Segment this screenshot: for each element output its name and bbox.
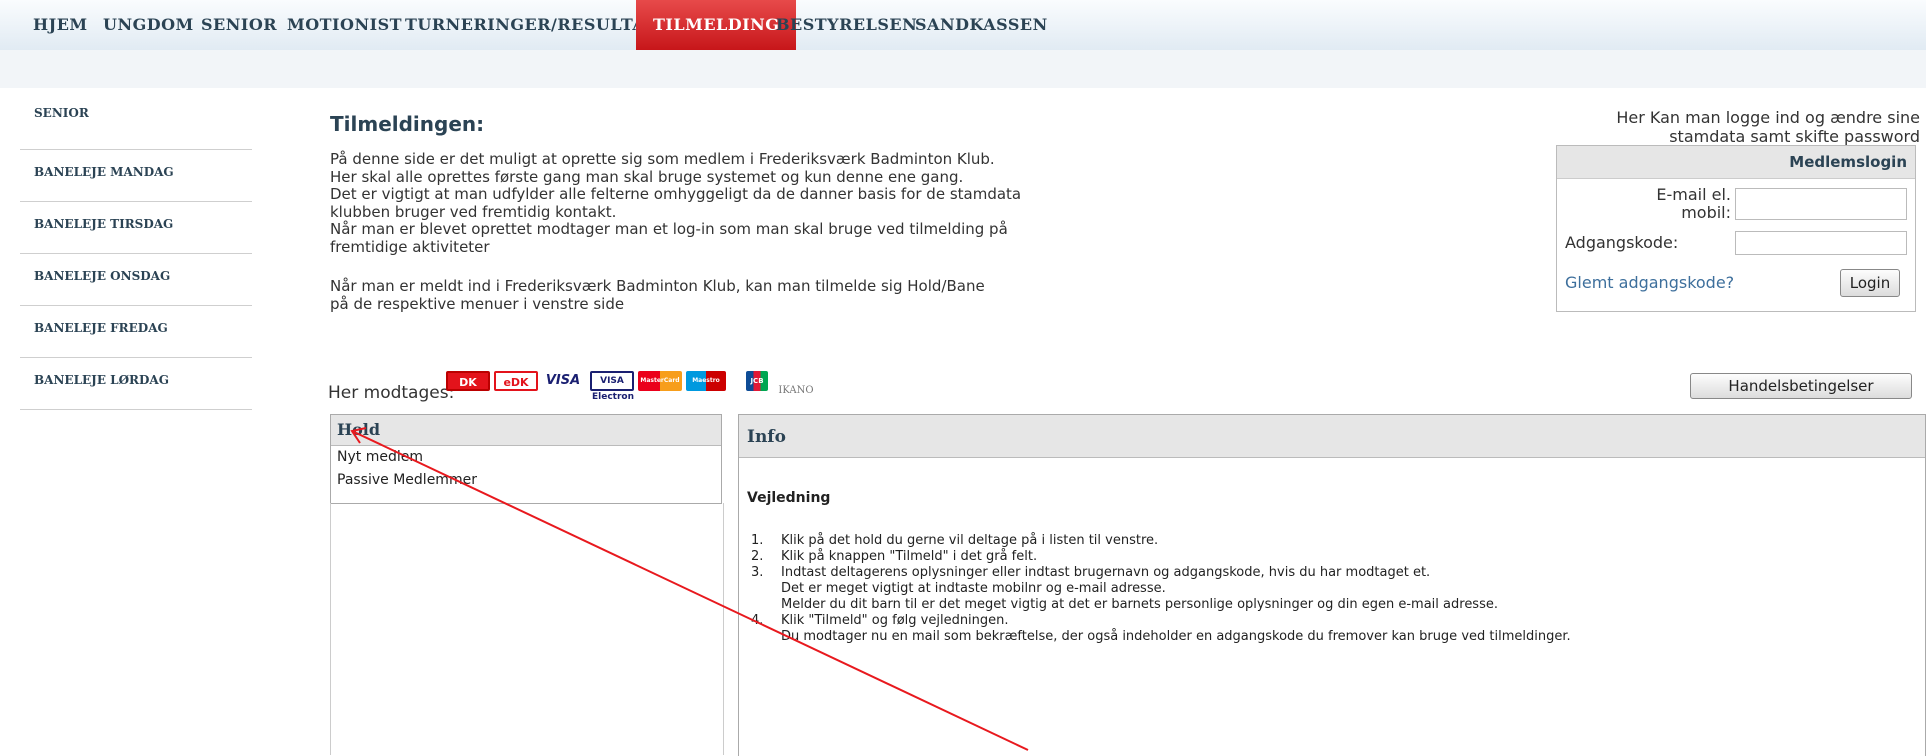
step-number: 2. [751,549,764,564]
step-text: Indtast deltagerens oplysninger eller in… [781,565,1431,580]
email-field[interactable] [1735,188,1907,220]
intro-line: På denne side er det muligt at oprette s… [330,150,995,168]
guide-step: 1. Klik på det hold du gerne vil deltage… [747,533,1907,549]
step-text: Det er meget vigtigt at indtaste mobilnr… [781,581,1166,596]
nav-item-sandkassen[interactable]: SANDKASSEN [915,0,1048,50]
sub-header-band [0,50,1926,88]
password-label: Adgangskode: [1565,233,1679,252]
step-text: Du modtager nu en mail som bekræftelse, … [781,629,1571,644]
guide-step: 3. Indtast deltagerens oplysninger eller… [747,565,1907,613]
intro-text: På denne side er det muligt at oprette s… [330,150,1230,313]
info-title: Info [739,415,1925,458]
maestro-logo: Maestro [686,371,726,391]
step-text: Melder du dit barn til er det meget vigt… [781,597,1498,612]
login-note-line: stamdata samt skifte password [1669,127,1920,146]
step-number: 4. [751,613,764,628]
step-text: Klik på knappen "Tilmeld" i det grå felt… [781,549,1038,564]
visa-electron-logo: VISA Electron [590,371,634,402]
visa-logo: VISA [545,373,581,388]
mastercard-logo: MasterCard [638,371,682,391]
hold-item-nyt-medlem[interactable]: Nyt medlem [331,446,721,469]
hold-item-passive-medlemmer[interactable]: Passive Medlemmer [331,469,721,492]
nav-item-ungdom[interactable]: UNGDOM [103,0,194,50]
login-note: Her Kan man logge ind og ændre sine stam… [1500,108,1920,146]
login-button[interactable]: Login [1840,269,1900,297]
sidebar: SENIOR BANELEJE MANDAG BANELEJE TIRSDAG … [20,100,252,410]
step-number: 1. [751,533,764,548]
intro-line: Her skal alle oprettes første gang man s… [330,167,964,186]
intro-line: klubben bruger ved fremtidig kontakt. [330,202,617,221]
guide-steps: 1. Klik på det hold du gerne vil deltage… [747,533,1907,645]
info-panel: Info Vejledning 1. Klik på det hold du g… [738,414,1926,756]
intro-line: fremtidige aktiviteter [330,237,490,256]
sidebar-item-baneleje-mandag[interactable]: BANELEJE MANDAG [20,150,252,202]
nav-item-senior[interactable]: SENIOR [201,0,277,50]
terms-button[interactable]: Handelsbetingelser [1690,373,1912,399]
step-text: Klik på det hold du gerne vil deltage på… [781,533,1159,548]
sidebar-item-senior[interactable]: SENIOR [20,100,252,150]
sidebar-item-baneleje-fredag[interactable]: BANELEJE FREDAG [20,306,252,358]
nav-item-motionist[interactable]: MOTIONIST [287,0,402,50]
guide-step: 4. Klik "Tilmeld" og følg vejledningen. … [747,613,1907,645]
dankort-logo: DK [446,371,490,391]
ikano-logo: IKANO [778,385,814,396]
email-label-line: E-mail el. [1656,185,1731,204]
intro-line: på de respektive menuer i venstre side [330,294,625,313]
member-login-box: Medlemslogin E-mail el. mobil: Adgangsko… [1556,145,1916,312]
intro-line: Når man er blevet oprettet modtager man … [330,220,1008,238]
nav-item-bestyrelsen[interactable]: BESTYRELSEN [776,0,917,50]
jcb-logo: JCB [746,371,768,391]
edankort-logo: eDK [494,371,538,391]
top-navigation: HJEM UNGDOM SENIOR MOTIONIST TURNERINGER… [0,0,1926,50]
hold-title: Hold [331,415,721,446]
sidebar-item-baneleje-lordag[interactable]: BANELEJE LØRDAG [20,358,252,410]
login-note-line: Her Kan man logge ind og ændre sine [1616,108,1920,127]
intro-line: Det er vigtigt at man udfylder alle felt… [330,185,1022,203]
nav-item-hjem[interactable]: HJEM [33,0,88,50]
step-number: 3. [751,565,764,580]
sidebar-item-baneleje-onsdag[interactable]: BANELEJE ONSDAG [20,254,252,306]
page-title: Tilmeldingen: [330,112,485,136]
guide-step: 2. Klik på knappen "Tilmeld" i det grå f… [747,549,1907,565]
guide-heading: Vejledning [747,490,831,506]
login-title: Medlemslogin [1557,146,1915,179]
email-label: E-mail el. mobil: [1631,186,1731,222]
hold-empty-area [330,503,724,755]
email-label-line: mobil: [1681,203,1731,222]
password-field[interactable] [1735,231,1907,255]
sidebar-item-baneleje-tirsdag[interactable]: BANELEJE TIRSDAG [20,202,252,254]
hold-panel: Hold Nyt medlem Passive Medlemmer [330,414,722,504]
nav-item-tilmelding[interactable]: TILMELDING [636,0,797,50]
payment-label: Her modtages: [328,383,455,403]
intro-line: Når man er meldt ind i Frederiksværk Bad… [330,277,985,295]
forgot-password-link[interactable]: Glemt adgangskode? [1565,273,1734,292]
step-text: Klik "Tilmeld" og følg vejledningen. [781,613,1009,628]
